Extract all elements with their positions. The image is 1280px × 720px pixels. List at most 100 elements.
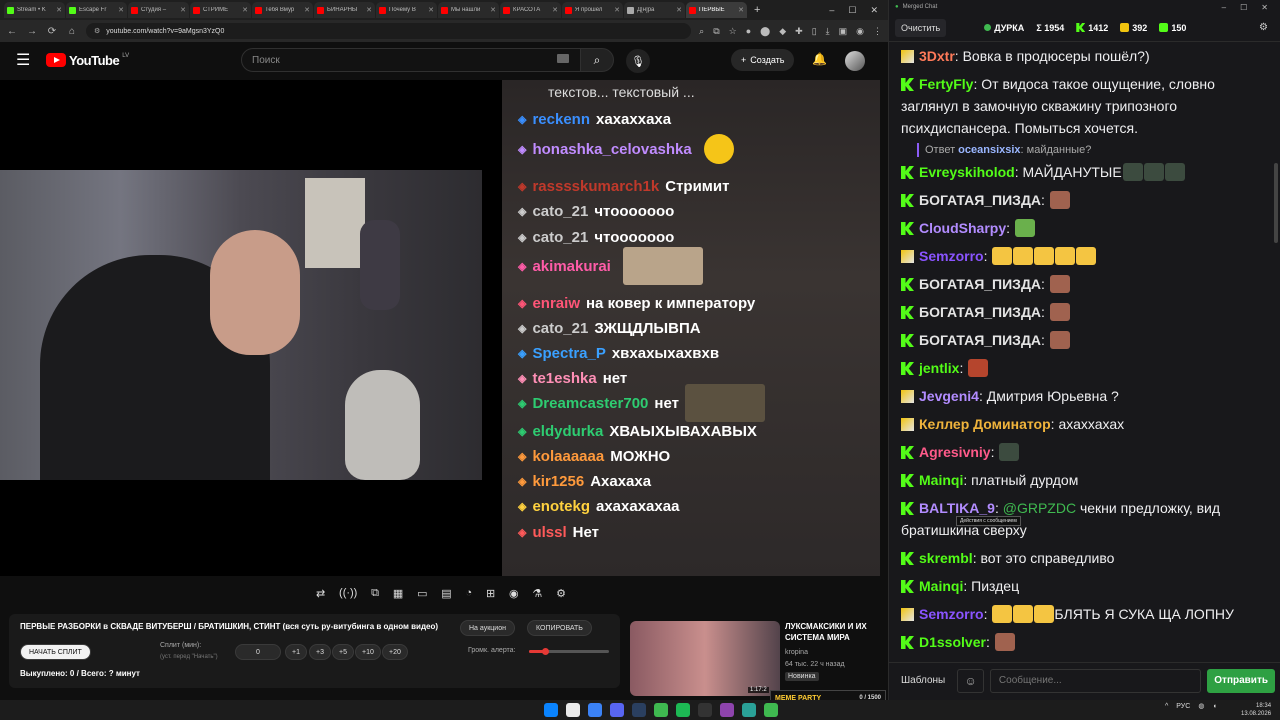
zoom-icon[interactable]: ⌕ — [699, 26, 704, 37]
extension-icon[interactable]: ◆ — [779, 26, 786, 37]
browser-tab[interactable]: ПЕРВЫЕ ✕ — [686, 2, 747, 18]
chat-username[interactable]: 3Dxtr — [919, 48, 955, 64]
settings-gear-icon[interactable]: ⚙ — [1259, 22, 1268, 33]
message-input[interactable] — [989, 668, 1202, 693]
chat-mention[interactable]: @GRPZDC — [1003, 500, 1076, 516]
taskbar-app-icon[interactable] — [676, 703, 690, 717]
pip-icon[interactable]: ⧉ — [713, 26, 719, 37]
taskbar-app-icon[interactable] — [610, 703, 624, 717]
tab-close-icon[interactable]: ✕ — [738, 6, 744, 14]
site-info-icon[interactable]: ⚙ — [94, 27, 100, 35]
browser-tab[interactable]: КРАСОТА ✕ — [500, 2, 561, 18]
browser-tab[interactable]: БИНАРНЫ ✕ — [314, 2, 375, 18]
recommended-title[interactable]: ЛУКСМАКСИКИ И ИХ СИСТЕМА МИРА — [785, 621, 880, 643]
volume-icon[interactable]: ◖ — [1212, 703, 1216, 710]
chat-username[interactable]: Келлер Доминатор — [919, 416, 1051, 432]
start-split-button[interactable]: НАЧАТЬ СПЛИТ — [20, 644, 91, 660]
split-increment-button[interactable]: +20 — [382, 644, 408, 660]
scrollbar-thumb[interactable] — [1274, 163, 1278, 243]
back-icon[interactable]: ← — [6, 26, 18, 37]
notifications-bell-icon[interactable]: 🔔 — [812, 52, 827, 66]
extension-icon[interactable]: ● — [746, 26, 751, 37]
chat-username[interactable]: BALTIKA_9 — [919, 500, 995, 516]
camera-icon[interactable]: ◉ — [509, 587, 519, 600]
extensions-puzzle-icon[interactable]: ✚ — [795, 26, 803, 37]
url-field[interactable]: ⚙ youtube.com/watch?v=9aMgsn3YzQ0 — [86, 23, 692, 39]
close-icon[interactable]: ✕ — [1261, 3, 1268, 12]
browser-tab[interactable]: Мы нашли ✕ — [438, 2, 499, 18]
chat-username[interactable]: FertyFly — [919, 76, 973, 92]
avatar[interactable] — [845, 51, 865, 71]
swap-icon[interactable]: ⇄ — [316, 587, 325, 600]
split-minutes-input[interactable]: 0 — [235, 644, 281, 660]
flask-icon[interactable]: ⚗ — [532, 587, 542, 600]
channel-name[interactable]: kropina — [785, 649, 808, 656]
hamburger-menu-icon[interactable]: ☰ — [16, 50, 38, 70]
language-indicator[interactable]: РУС — [1176, 703, 1190, 710]
youtube-logo[interactable]: YouTube LV — [46, 53, 129, 68]
browser-tab[interactable]: СТРИМЕ ✕ — [190, 2, 251, 18]
browser-tab[interactable]: Stream • K ✕ — [4, 2, 65, 18]
chat-username[interactable]: БОГАТАЯ_ПИЗДА — [919, 276, 1041, 292]
taskbar-app-icon[interactable] — [698, 703, 712, 717]
copy-button[interactable]: КОПИРОВАТЬ — [527, 620, 592, 636]
chat-username[interactable]: Semzorro — [919, 606, 984, 622]
settings-icon[interactable]: ⚙ — [556, 587, 566, 600]
tab-close-icon[interactable]: ✕ — [676, 6, 682, 14]
tab-close-icon[interactable]: ✕ — [552, 6, 558, 14]
search-button[interactable]: ⌕ — [580, 48, 614, 72]
chat-username[interactable]: БОГАТАЯ_ПИЗДА — [919, 192, 1041, 208]
taskbar-clock[interactable]: 18:34 13.08.2026 — [1241, 702, 1271, 718]
chat-username[interactable]: jentlix — [919, 360, 959, 376]
tab-close-icon[interactable]: ✕ — [366, 6, 372, 14]
taskbar-app-icon[interactable] — [742, 703, 756, 717]
chat-username[interactable]: БОГАТАЯ_ПИЗДА — [919, 304, 1041, 320]
maximize-icon[interactable]: ☐ — [1240, 3, 1247, 12]
chat-message-list[interactable]: 3Dxtr: Вовка в продюсеры пошёл?) FertyFly… — [889, 43, 1273, 658]
screen-icon[interactable]: ▭ — [417, 587, 427, 600]
chat-username[interactable]: Agresivniy — [919, 444, 991, 460]
video-thumbnail[interactable] — [630, 621, 780, 696]
minimize-icon[interactable]: – — [829, 5, 834, 16]
taskbar-app-icon[interactable] — [720, 703, 734, 717]
new-tab-button[interactable]: + — [754, 4, 760, 16]
tab-close-icon[interactable]: ✕ — [180, 6, 186, 14]
minimize-icon[interactable]: – — [1222, 3, 1226, 12]
sidebar-icon[interactable]: ▯ — [812, 26, 817, 37]
tab-close-icon[interactable]: ✕ — [304, 6, 310, 14]
browser-tab[interactable]: Студия – ✕ — [128, 2, 189, 18]
reload-icon[interactable]: ⟳ — [46, 26, 58, 37]
tab-close-icon[interactable]: ✕ — [118, 6, 124, 14]
chat-username[interactable]: БОГАТАЯ_ПИЗДА — [919, 332, 1041, 348]
alert-volume-slider[interactable] — [529, 648, 609, 655]
add-icon[interactable]: ⊞ — [486, 587, 495, 600]
download-icon[interactable]: ⤓ — [826, 26, 830, 37]
taskbar-app-icon[interactable] — [566, 703, 580, 717]
speed-icon[interactable]: ◔ — [466, 587, 473, 599]
home-icon[interactable]: ⌂ — [66, 26, 78, 37]
film-icon[interactable]: ▦ — [393, 587, 403, 600]
close-icon[interactable]: ✕ — [870, 5, 878, 16]
chat-scrollbar[interactable] — [1273, 43, 1279, 658]
tab-close-icon[interactable]: ✕ — [56, 6, 62, 14]
auction-button[interactable]: На аукцион — [460, 620, 515, 636]
extension-icon[interactable]: ▣ — [839, 26, 848, 37]
tab-close-icon[interactable]: ✕ — [428, 6, 434, 14]
tab-close-icon[interactable]: ✕ — [242, 6, 248, 14]
video-player[interactable]: текстов... текстовый ... ◈ reckenn хахахха… — [0, 80, 880, 576]
emoji-button[interactable]: ☺ — [957, 668, 984, 693]
profile-icon[interactable]: ◉ — [856, 26, 864, 37]
bookmark-star-icon[interactable]: ☆ — [729, 26, 737, 37]
browser-tab[interactable]: Д[н]ра ✕ — [624, 2, 685, 18]
chat-username[interactable]: Mainqi — [919, 578, 963, 594]
split-increment-button[interactable]: +1 — [285, 644, 307, 660]
taskbar-app-icon[interactable] — [588, 703, 602, 717]
chat-box-icon[interactable]: ▤ — [441, 587, 451, 600]
chat-username[interactable]: D1ssolver — [919, 634, 986, 650]
search-input[interactable]: Поиск — [241, 48, 581, 72]
create-button[interactable]: + Создать — [731, 49, 795, 71]
chat-username[interactable]: Evreyskiholod — [919, 164, 1015, 180]
taskbar-app-icon[interactable] — [544, 703, 558, 717]
broadcast-icon[interactable]: ((·)) — [339, 587, 357, 599]
taskbar-app-icon[interactable] — [764, 703, 778, 717]
